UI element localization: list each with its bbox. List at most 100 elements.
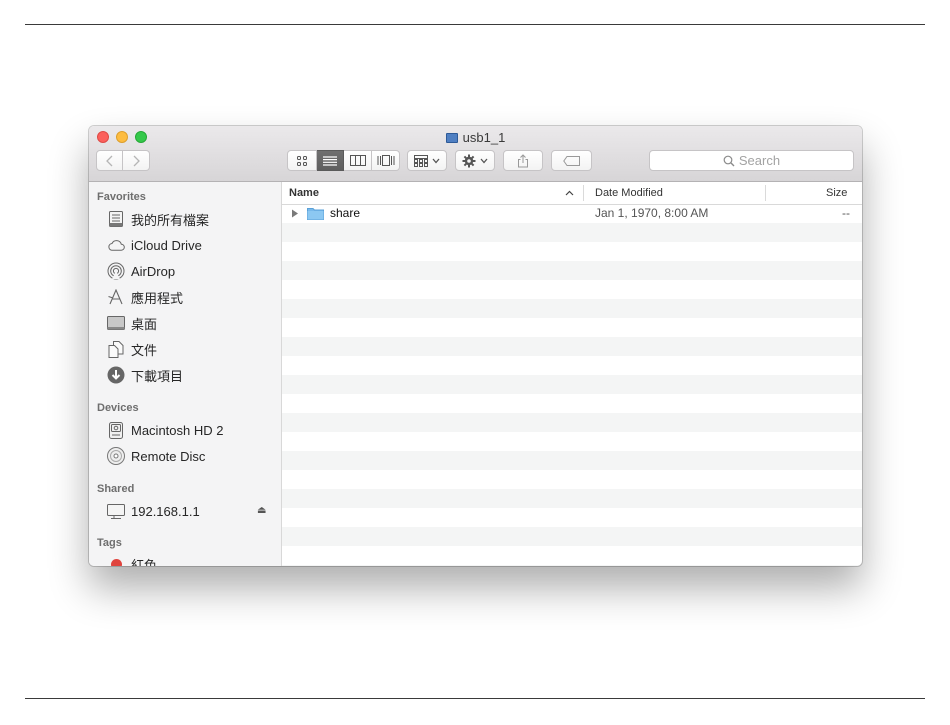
sidebar-item-macintosh-hd-2[interactable]: Macintosh HD 2: [106, 419, 223, 441]
column-view-button[interactable]: [344, 150, 372, 171]
sidebar-item-label: AirDrop: [131, 263, 176, 279]
sidebar-item-label: 下載項目: [131, 368, 184, 384]
sidebar-item-documents[interactable]: 文件: [106, 338, 157, 360]
sidebar-section-favorites: Favorites: [97, 191, 146, 203]
sidebar-item-downloads[interactable]: 下載項目: [106, 364, 183, 386]
all-my-files-icon: [109, 211, 123, 227]
finder-window: usb1_1 Search Favorites 我的所有檔案 iCloud Dr…: [89, 126, 862, 566]
chevron-left-icon: [105, 155, 112, 166]
chevron-down-icon: [480, 158, 488, 163]
sidebar-item-remote-disc[interactable]: Remote Disc: [106, 445, 205, 467]
window-title: usb1_1: [89, 130, 862, 145]
sidebar-item-label: iCloud Drive: [131, 237, 202, 253]
share-icon: [518, 153, 528, 167]
sidebar-item-label: 應用程式: [131, 290, 184, 306]
folder-icon: [307, 204, 324, 223]
list-view-button[interactable]: [317, 150, 344, 171]
file-list: Name Date Modified Size share Jan 1, 197…: [282, 182, 862, 566]
empty-row: [282, 451, 862, 470]
tag-icon: [562, 155, 580, 166]
sidebar-section-shared: Shared: [97, 483, 135, 495]
stripe-row: [282, 333, 862, 352]
sidebar-item-label: 桌面: [131, 316, 158, 332]
column-header: Name Date Modified Size: [282, 182, 862, 205]
icon-view-icon: [297, 155, 307, 166]
empty-row: [282, 470, 862, 489]
edit-tags-button[interactable]: [551, 150, 592, 171]
icon-view-button[interactable]: [287, 150, 317, 171]
airdrop-icon: [107, 262, 125, 280]
file-name: share: [330, 206, 361, 220]
empty-row: [282, 280, 862, 299]
sidebar-item-applications[interactable]: 應用程式: [106, 286, 183, 308]
empty-row: [282, 375, 862, 394]
empty-row: [282, 489, 862, 508]
back-button[interactable]: [96, 150, 123, 171]
gear-icon: [462, 154, 476, 167]
cover-flow-view-button[interactable]: [372, 150, 400, 171]
search-field[interactable]: Search: [649, 150, 854, 171]
nav-buttons: [96, 150, 150, 171]
desktop-icon: [107, 316, 125, 330]
eject-row: ⏏: [89, 500, 279, 522]
disclosure-triangle-icon[interactable]: [291, 204, 301, 223]
sidebar-section-tags: Tags: [97, 537, 122, 549]
chevron-down-icon: [432, 158, 440, 163]
cover-flow-icon: [377, 155, 394, 166]
column-header-date-modified[interactable]: Date Modified: [595, 182, 663, 204]
list-view-icon: [323, 155, 337, 166]
table-row-share[interactable]: share Jan 1, 1970, 8:00 AM --: [282, 204, 862, 223]
column-separator[interactable]: [765, 185, 766, 201]
sort-ascending-icon[interactable]: [565, 182, 574, 204]
column-view-icon: [349, 155, 366, 166]
forward-button[interactable]: [123, 150, 150, 171]
empty-row: [282, 394, 862, 413]
empty-row: [282, 527, 862, 546]
empty-row: [282, 356, 862, 375]
empty-row: [282, 242, 862, 261]
documents-icon: [108, 340, 124, 358]
file-size: --: [842, 206, 850, 220]
sidebar-item-label: Macintosh HD 2: [131, 422, 224, 438]
disc-icon: [107, 447, 125, 465]
column-header-size[interactable]: Size: [826, 182, 847, 204]
sidebar-item-label: 紅色: [131, 557, 158, 567]
empty-row: [282, 565, 862, 566]
arrange-grid-icon: [414, 154, 428, 167]
empty-row: [282, 546, 862, 565]
empty-row: [282, 261, 862, 280]
action-button[interactable]: [455, 150, 495, 171]
view-mode-control: [287, 150, 400, 171]
title-bar: usb1_1 Search: [89, 126, 862, 182]
empty-row: [282, 413, 862, 432]
share-button[interactable]: [503, 150, 543, 171]
chevron-right-icon: [133, 155, 140, 166]
sidebar: Favorites 我的所有檔案 iCloud Drive AirDrop 應用…: [89, 182, 282, 566]
usb-drive-icon: [445, 133, 458, 143]
column-header-name[interactable]: Name: [289, 182, 319, 204]
red-tag-dot-icon: [110, 558, 122, 566]
sidebar-item-tag-red[interactable]: 紅色: [106, 553, 157, 566]
empty-row: [282, 223, 862, 242]
file-date-modified: Jan 1, 1970, 8:00 AM: [595, 206, 709, 220]
hard-drive-icon: [109, 421, 123, 439]
search-placeholder: Search: [738, 153, 781, 168]
empty-row: [282, 508, 862, 527]
sidebar-item-all-my-files[interactable]: 我的所有檔案: [106, 208, 209, 230]
sidebar-item-airdrop[interactable]: AirDrop: [106, 260, 175, 282]
search-icon: [723, 155, 735, 166]
sidebar-section-devices: Devices: [97, 402, 139, 414]
arrange-button[interactable]: [407, 150, 447, 171]
applications-icon: [108, 289, 123, 305]
sidebar-item-icloud-drive[interactable]: iCloud Drive: [106, 234, 202, 256]
eject-icon[interactable]: ⏏: [257, 500, 266, 522]
bottom-rule: [25, 698, 925, 699]
empty-row: [282, 299, 862, 318]
sidebar-item-desktop[interactable]: 桌面: [106, 312, 157, 334]
top-rule: [25, 24, 925, 25]
downloads-icon: [107, 366, 125, 384]
cloud-icon: [108, 240, 125, 251]
sidebar-item-label: 我的所有檔案: [131, 212, 210, 228]
sidebar-item-label: 文件: [131, 342, 158, 358]
column-separator[interactable]: [583, 185, 584, 201]
